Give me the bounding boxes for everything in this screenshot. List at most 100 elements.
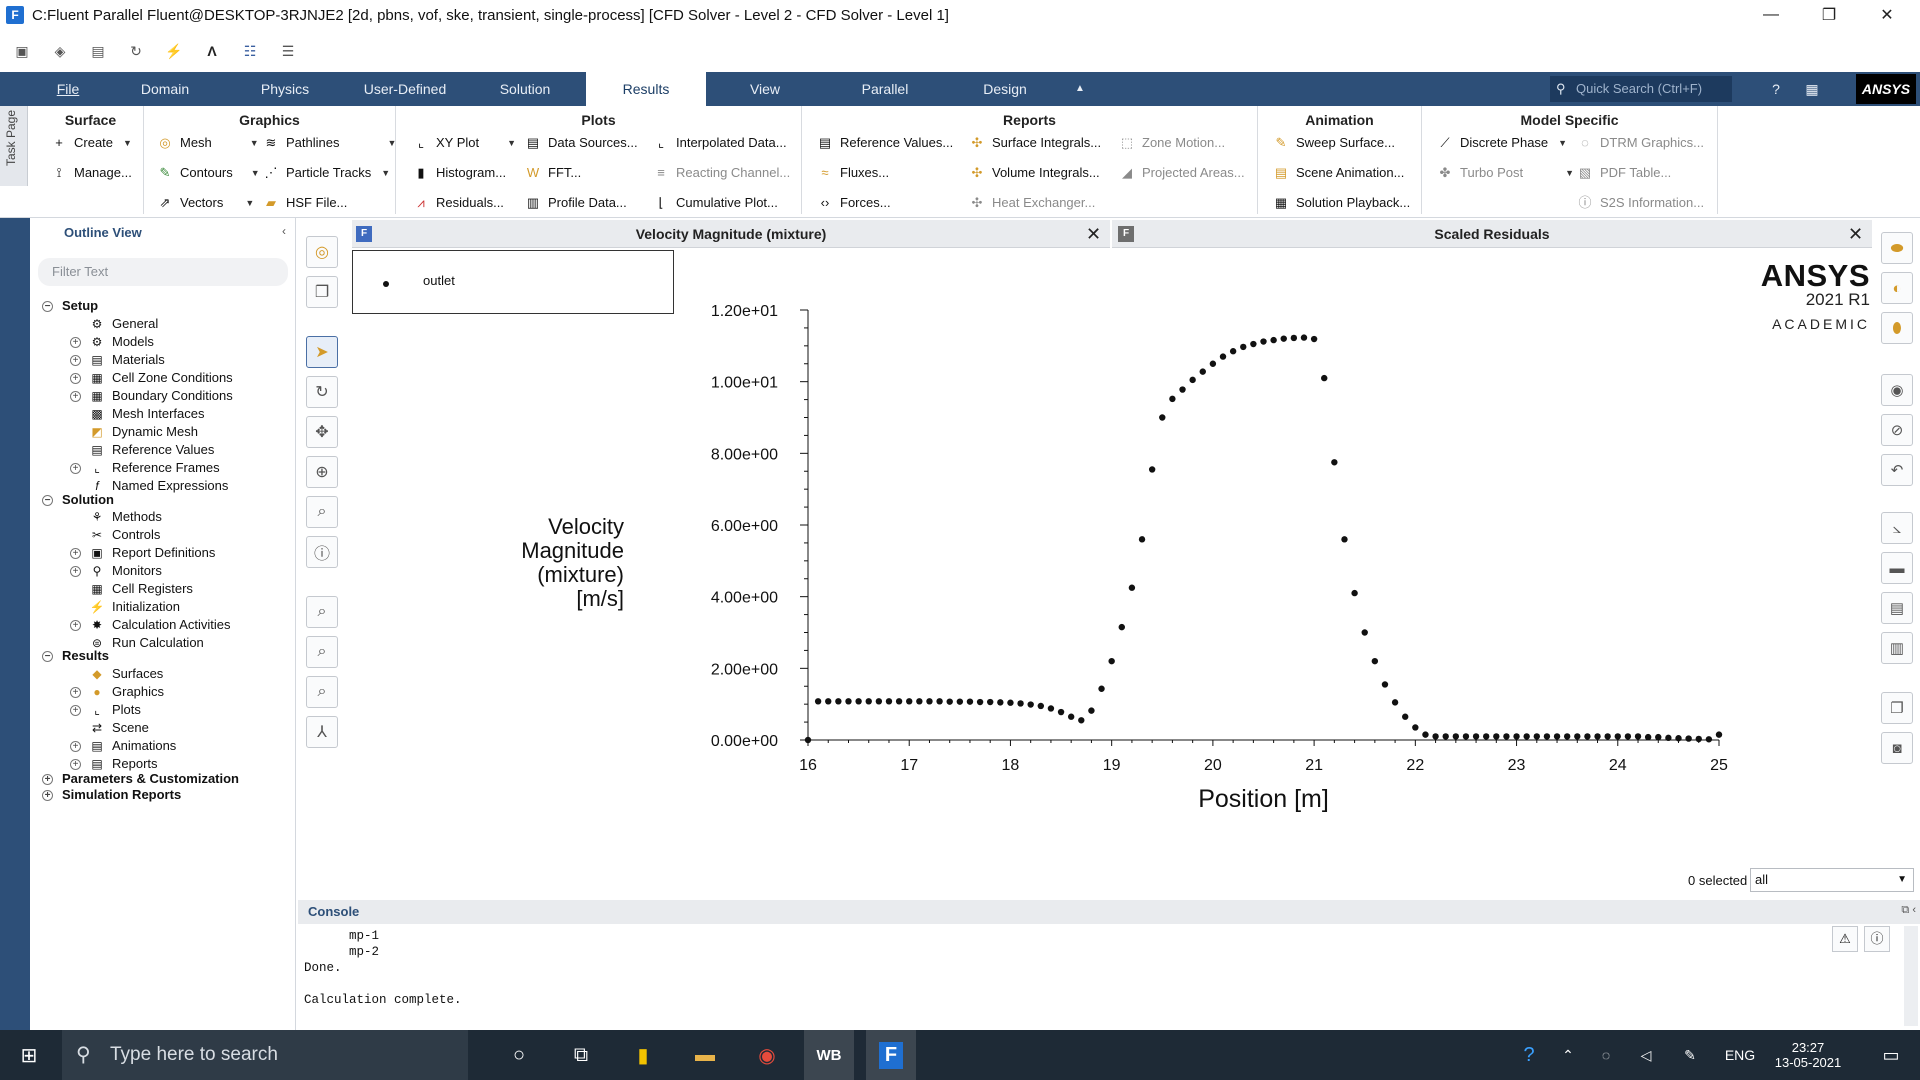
expand-icon[interactable]: +: [70, 547, 81, 559]
task-page-tab[interactable]: Task Page: [0, 106, 28, 186]
info-icon[interactable]: ⓘ: [1864, 926, 1890, 952]
annotation-icon[interactable]: ▤: [1881, 592, 1913, 624]
reacting-channel-button[interactable]: ≡ Reacting Channel...: [652, 162, 790, 184]
create-surface-button[interactable]: + Create ▼: [50, 132, 132, 154]
expand-icon[interactable]: +: [70, 372, 81, 384]
tree-dynamic-mesh[interactable]: ◩ Dynamic Mesh: [88, 423, 198, 441]
tab-design[interactable]: Design: [970, 72, 1040, 106]
settings-list-icon[interactable]: ☰: [278, 41, 298, 61]
show-icon[interactable]: ◉: [1881, 374, 1913, 406]
expand-icon[interactable]: +: [70, 390, 81, 402]
collapse-outline-icon[interactable]: ‹: [282, 224, 286, 238]
console-output[interactable]: mp-1 mp-2 Done. Calculation complete.: [304, 928, 1804, 1008]
sticky-notes-icon[interactable]: ▮: [618, 1030, 668, 1080]
hide-icon[interactable]: ⊘: [1881, 414, 1913, 446]
tree-models[interactable]: + ⚙ Models: [70, 333, 154, 351]
fluent-taskbar-icon[interactable]: F: [866, 1030, 916, 1080]
histogram-button[interactable]: ▮ Histogram...: [412, 162, 506, 184]
tree-general[interactable]: ⚙ General: [88, 315, 159, 333]
tab-user-defined[interactable]: User-Defined: [355, 72, 455, 106]
volume-integrals-button[interactable]: ✣ Volume Integrals...: [968, 162, 1100, 184]
discrete-phase-button[interactable]: ⟋ Discrete Phase ▼: [1436, 132, 1567, 154]
close-residuals-panel-icon[interactable]: ✕: [1848, 220, 1863, 248]
manage-surface-button[interactable]: ⟟ Manage...: [50, 162, 132, 184]
close-velocity-panel-icon[interactable]: ✕: [1086, 220, 1101, 248]
tree-methods[interactable]: ⚘ Methods: [88, 508, 162, 526]
show-hidden-icons-icon[interactable]: ⌃: [1554, 1030, 1582, 1080]
tree-scene[interactable]: ⇄ Scene: [88, 719, 149, 737]
tab-results[interactable]: Results: [586, 72, 706, 106]
cortana-icon[interactable]: ○: [494, 1030, 544, 1080]
restore-button[interactable]: ❐: [1800, 0, 1858, 30]
tree-solution[interactable]: − Solution: [42, 491, 114, 509]
xy-plot-button[interactable]: ⌞ XY Plot ▼: [412, 132, 516, 154]
tree-calculation-activities[interactable]: + ✸ Calculation Activities: [70, 616, 231, 634]
sweep-surface-button[interactable]: ✎ Sweep Surface...: [1272, 132, 1395, 154]
panel-icon[interactable]: ▦: [1800, 72, 1824, 106]
windows-start-icon[interactable]: ⊞: [0, 1030, 58, 1080]
tab-view[interactable]: View: [730, 72, 800, 106]
shaded-view-icon[interactable]: ◐: [1881, 272, 1913, 304]
tree-reference-values[interactable]: ▤ Reference Values: [88, 441, 214, 459]
hsf-file-button[interactable]: ▰ HSF File...: [262, 192, 347, 214]
tree-report-definitions[interactable]: + ▣ Report Definitions: [70, 544, 215, 562]
tab-file[interactable]: File: [48, 72, 88, 106]
tree-mesh-interfaces[interactable]: ▩ Mesh Interfaces: [88, 405, 204, 423]
expand-icon[interactable]: +: [70, 686, 81, 698]
scene-animation-button[interactable]: ▤ Scene Animation...: [1272, 162, 1405, 184]
axes-icon[interactable]: ⅄: [306, 716, 338, 748]
read-case-icon[interactable]: ▣: [12, 41, 32, 61]
fft-button[interactable]: W FFT...: [524, 162, 581, 184]
taskbar-search-input[interactable]: ⚲ Type here to search: [62, 1030, 468, 1080]
tab-solution[interactable]: Solution: [490, 72, 560, 106]
layout-icon[interactable]: ☷: [240, 41, 260, 61]
expand-icon[interactable]: +: [42, 773, 53, 785]
display-mesh-icon[interactable]: ◎: [306, 236, 338, 268]
expand-icon[interactable]: +: [70, 565, 81, 577]
copy-icon[interactable]: ❐: [306, 276, 338, 308]
vectors-button[interactable]: ⇗ Vectors ▼: [156, 192, 255, 214]
tree-monitors[interactable]: + ⚲ Monitors: [70, 562, 162, 580]
fit-to-window-icon[interactable]: ⌕: [306, 596, 338, 628]
pen-icon[interactable]: ✎: [1676, 1030, 1704, 1080]
tree-reference-frames[interactable]: + ⌞ Reference Frames: [70, 459, 220, 477]
pointer-icon[interactable]: ➤: [306, 336, 338, 368]
reload-icon[interactable]: ↻: [126, 41, 146, 61]
chrome-icon[interactable]: ◉: [742, 1030, 792, 1080]
expand-icon[interactable]: +: [42, 789, 53, 801]
interpolated-data-button[interactable]: ⌞ Interpolated Data...: [652, 132, 787, 154]
forces-button[interactable]: ‹› Forces...: [816, 192, 891, 214]
residuals-button[interactable]: ⩘ Residuals...: [412, 192, 504, 214]
read-data-icon[interactable]: ◈: [50, 41, 70, 61]
surface-integrals-button[interactable]: ✣ Surface Integrals...: [968, 132, 1102, 154]
turbo-post-button[interactable]: ✤ Turbo Post ▼: [1436, 162, 1574, 184]
workbench-icon[interactable]: WB: [804, 1030, 854, 1080]
expand-icon[interactable]: +: [70, 619, 81, 631]
undo-view-icon[interactable]: ↶: [1881, 454, 1913, 486]
console-scrollbar[interactable]: [1904, 926, 1918, 1026]
snapshot-icon[interactable]: ◙: [1881, 732, 1913, 764]
warning-icon[interactable]: ⚠: [1832, 926, 1858, 952]
tree-surfaces[interactable]: ◆ Surfaces: [88, 665, 163, 683]
plot-area[interactable]: 16 17 18 19 20 21 22 23 24 25 0.00e+00 2.00e+00 4.00…: [352, 248, 1872, 860]
volume-icon[interactable]: ◁: [1632, 1030, 1660, 1080]
layout-toggle-icon[interactable]: ▥: [1881, 632, 1913, 664]
tree-controls[interactable]: ✂ Controls: [88, 526, 160, 544]
collapse-ribbon-icon[interactable]: ▲: [1070, 72, 1090, 106]
quick-search-input[interactable]: ⚲ Quick Search (Ctrl+F): [1550, 76, 1732, 102]
language-indicator[interactable]: ENG: [1722, 1030, 1758, 1080]
copy-view-icon[interactable]: ❐: [1881, 692, 1913, 724]
tree-plots[interactable]: + ⌞ Plots: [70, 701, 141, 719]
help-icon[interactable]: ?: [1764, 72, 1788, 106]
surface-view-icon[interactable]: ⬬: [1881, 232, 1913, 264]
rotate-icon[interactable]: ↻: [306, 376, 338, 408]
profile-data-button[interactable]: ▥ Profile Data...: [524, 192, 627, 214]
ansys-a-icon[interactable]: Λ: [202, 41, 222, 61]
data-sources-button[interactable]: ▤ Data Sources...: [524, 132, 638, 154]
expand-icon[interactable]: +: [70, 354, 81, 366]
network-icon[interactable]: ◌: [1592, 1030, 1620, 1080]
particle-tracks-button[interactable]: ⋰ Particle Tracks ▼: [262, 162, 391, 184]
mesh-button[interactable]: ◎ Mesh ▼: [156, 132, 258, 154]
zoom-to-area-icon[interactable]: ⌕: [306, 636, 338, 668]
tree-initialization[interactable]: ⚡ Initialization: [88, 598, 180, 616]
